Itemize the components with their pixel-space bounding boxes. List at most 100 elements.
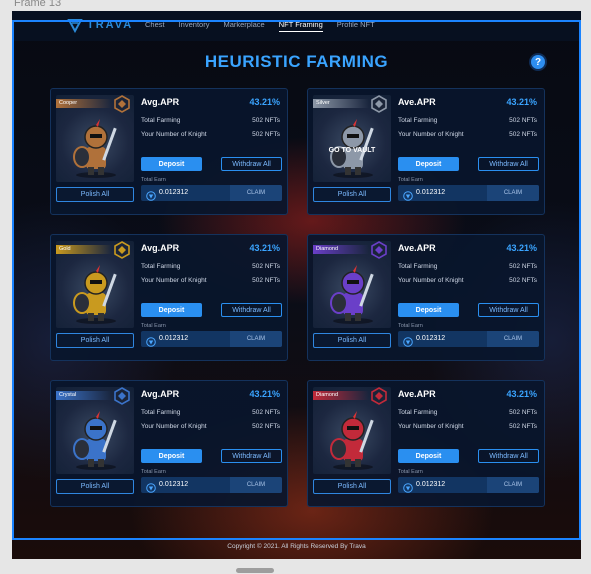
farming-card: Diamond Polish All Ave.APR 43.21% Total Farm…	[307, 234, 545, 361]
trava-token-icon	[403, 480, 413, 493]
scroll-indicator[interactable]	[236, 568, 274, 573]
go-to-vault-label[interactable]: GO TO VAULT	[313, 147, 391, 154]
knight-character	[68, 263, 124, 325]
polish-all-button[interactable]: Polish All	[313, 479, 391, 494]
total-earn-value: 0.012312	[159, 481, 189, 488]
total-earn-box: 0.012312 CLAIM	[398, 331, 539, 347]
rank-badge: Diamond	[313, 391, 369, 400]
knight-count-label: Your Number of Knight	[141, 277, 207, 284]
rank-badge: Gold	[56, 245, 112, 254]
apr-label: Avg.APR	[141, 97, 180, 107]
withdraw-all-button[interactable]: Withdraw All	[221, 449, 282, 463]
apr-label: Avg.APR	[141, 389, 180, 399]
deposit-button[interactable]: Deposit	[141, 157, 202, 171]
nft-character-image[interactable]: Crystal	[56, 387, 134, 474]
rank-icon	[370, 95, 388, 113]
rank-icon	[113, 95, 131, 113]
frame-label: Frame 13	[14, 0, 62, 9]
farming-card: Crystal Polish All Avg.APR 43.21% Total Farm…	[50, 380, 288, 507]
claim-button[interactable]: CLAIM	[487, 331, 539, 347]
knight-count-label: Your Number of Knight	[398, 131, 464, 138]
rank-badge: Silver	[313, 99, 369, 108]
total-farming-value: 502 NFTs	[509, 263, 537, 270]
rank-icon	[113, 387, 131, 405]
total-farming-value: 502 NFTs	[252, 117, 280, 124]
knight-count-label: Your Number of Knight	[141, 423, 207, 430]
knight-count-label: Your Number of Knight	[398, 423, 464, 430]
deposit-button[interactable]: Deposit	[141, 449, 202, 463]
nft-character-image[interactable]: Diamond	[313, 387, 391, 474]
total-earn-label: Total Earn	[141, 323, 166, 329]
total-farming-label: Total Farming	[141, 263, 181, 270]
claim-button[interactable]: CLAIM	[487, 185, 539, 201]
withdraw-all-button[interactable]: Withdraw All	[478, 303, 539, 317]
deposit-button[interactable]: Deposit	[398, 157, 459, 171]
claim-button[interactable]: CLAIM	[230, 477, 282, 493]
nav-link-inventory[interactable]: Inventory	[179, 20, 210, 32]
claim-button[interactable]: CLAIM	[230, 185, 282, 201]
knight-count-value: 502 NFTs	[509, 277, 537, 284]
apr-value: 43.21%	[249, 389, 280, 399]
logo-text: TRAVA	[87, 19, 134, 31]
withdraw-all-button[interactable]: Withdraw All	[478, 157, 539, 171]
knight-character	[325, 263, 381, 325]
total-earn-value: 0.012312	[416, 189, 446, 196]
page-title: HEURISTIC FARMING	[204, 52, 389, 71]
withdraw-all-button[interactable]: Withdraw All	[221, 303, 282, 317]
total-earn-value: 0.012312	[159, 335, 189, 342]
rank-icon	[370, 387, 388, 405]
total-earn-value: 0.012312	[159, 189, 189, 196]
deposit-button[interactable]: Deposit	[398, 449, 459, 463]
total-earn-box: 0.012312 CLAIM	[141, 477, 282, 493]
trava-logo-icon	[67, 19, 83, 33]
withdraw-all-button[interactable]: Withdraw All	[221, 157, 282, 171]
farming-card: Silver GO TO VAULT Polish All Ave.APR 43.21%…	[307, 88, 545, 215]
withdraw-all-button[interactable]: Withdraw All	[478, 449, 539, 463]
trava-token-icon	[403, 188, 413, 201]
trava-logo[interactable]: TRAVA	[67, 17, 133, 33]
polish-all-button[interactable]: Polish All	[56, 187, 134, 202]
knight-count-value: 502 NFTs	[509, 131, 537, 138]
nft-character-image[interactable]: Cooper	[56, 95, 134, 182]
total-farming-label: Total Farming	[398, 117, 438, 124]
total-earn-label: Total Earn	[141, 469, 166, 475]
total-earn-label: Total Earn	[398, 323, 423, 329]
knight-character	[325, 409, 381, 471]
nav-link-marketplace[interactable]: Markerplace	[223, 20, 264, 32]
top-nav: TRAVA Chest Inventory Markerplace NFT Fr…	[12, 11, 581, 41]
total-farming-label: Total Farming	[398, 409, 438, 416]
nav-link-profile-nft[interactable]: Profile NFT	[337, 20, 375, 32]
help-button[interactable]: ?	[531, 55, 545, 69]
knight-count-label: Your Number of Knight	[398, 277, 464, 284]
polish-all-button[interactable]: Polish All	[56, 333, 134, 348]
total-earn-box: 0.012312 CLAIM	[141, 331, 282, 347]
nav-link-nft-farming[interactable]: NFT Framing	[278, 20, 323, 32]
app-window: TRAVA Chest Inventory Markerplace NFT Fr…	[12, 11, 581, 559]
nft-character-image[interactable]: Diamond	[313, 241, 391, 328]
total-farming-value: 502 NFTs	[252, 409, 280, 416]
trava-token-icon	[146, 334, 156, 347]
apr-value: 43.21%	[249, 97, 280, 107]
polish-all-button[interactable]: Polish All	[313, 333, 391, 348]
total-earn-label: Total Earn	[398, 469, 423, 475]
nft-character-image[interactable]: Silver GO TO VAULT	[313, 95, 391, 182]
nav-link-chest[interactable]: Chest	[145, 20, 165, 32]
deposit-button[interactable]: Deposit	[398, 303, 459, 317]
claim-button[interactable]: CLAIM	[230, 331, 282, 347]
total-farming-value: 502 NFTs	[509, 409, 537, 416]
knight-character	[68, 409, 124, 471]
nft-character-image[interactable]: Gold	[56, 241, 134, 328]
claim-button[interactable]: CLAIM	[487, 477, 539, 493]
deposit-button[interactable]: Deposit	[141, 303, 202, 317]
rank-badge: Crystal	[56, 391, 112, 400]
polish-all-button[interactable]: Polish All	[313, 187, 391, 202]
apr-label: Ave.APR	[398, 243, 436, 253]
rank-badge: Diamond	[313, 245, 369, 254]
knight-count-label: Your Number of Knight	[141, 131, 207, 138]
polish-all-button[interactable]: Polish All	[56, 479, 134, 494]
farming-card: Diamond Polish All Ave.APR 43.21% Total Farm…	[307, 380, 545, 507]
nav-links: Chest Inventory Markerplace NFT Framing …	[145, 20, 375, 32]
apr-label: Ave.APR	[398, 97, 436, 107]
knight-count-value: 502 NFTs	[252, 277, 280, 284]
knight-count-value: 502 NFTs	[252, 131, 280, 138]
